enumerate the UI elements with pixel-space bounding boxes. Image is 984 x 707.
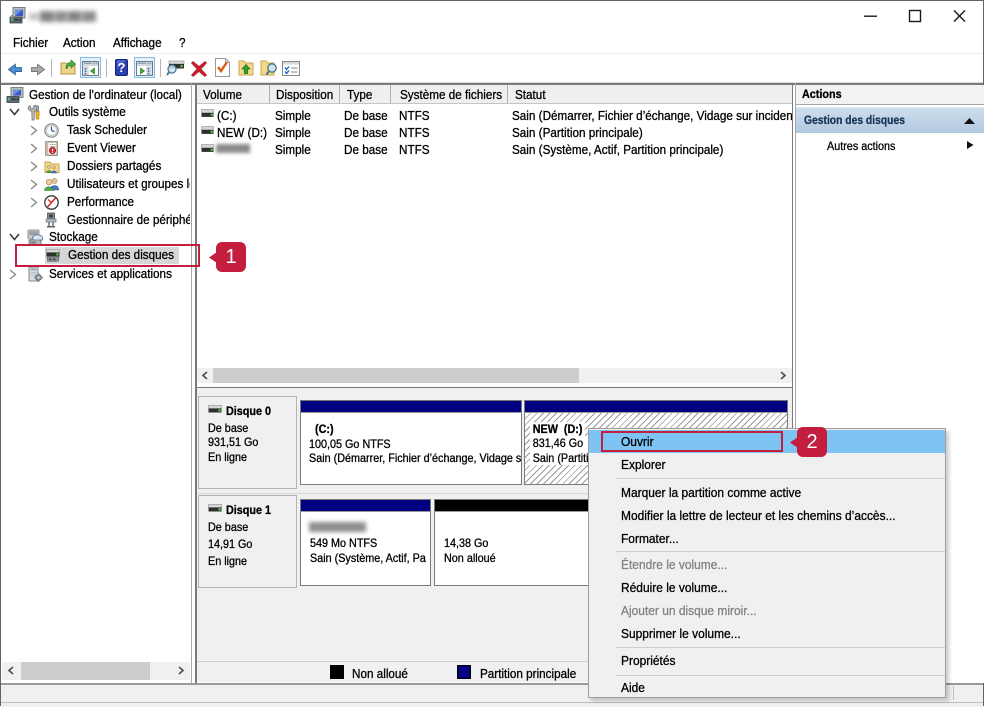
- svg-text:?: ?: [118, 60, 126, 75]
